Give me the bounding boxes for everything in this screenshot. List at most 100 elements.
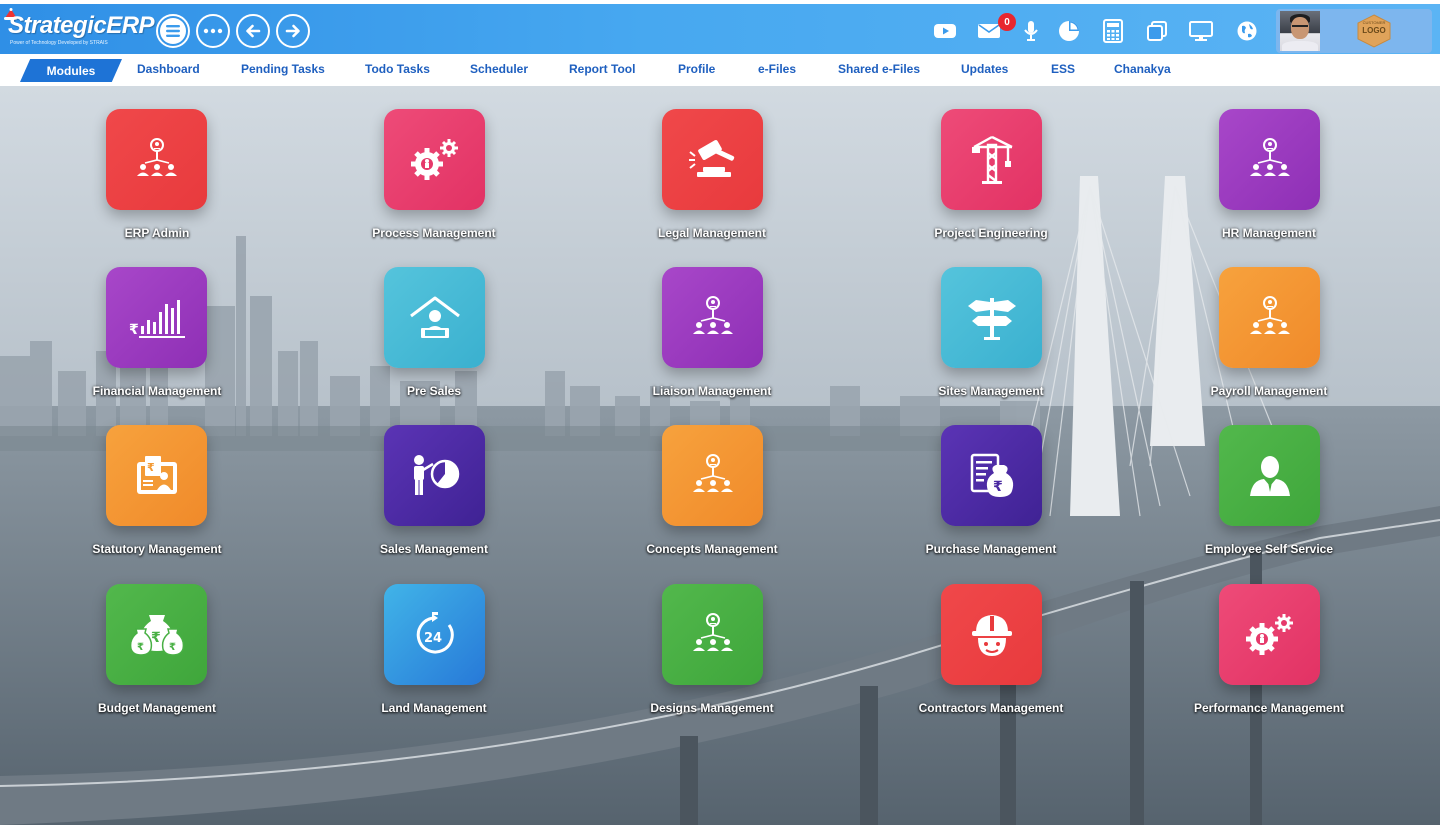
tab-modules[interactable]: Modules bbox=[20, 59, 122, 82]
tab-todo-tasks[interactable]: Todo Tasks bbox=[365, 62, 430, 76]
module-tile-hr-management[interactable] bbox=[1219, 109, 1320, 210]
monitor-button[interactable] bbox=[1188, 18, 1214, 44]
voice-button[interactable] bbox=[1018, 18, 1044, 44]
module-label[interactable]: Employee Self Service bbox=[1149, 542, 1389, 556]
module-label[interactable]: ERP Admin bbox=[37, 226, 277, 240]
module-label[interactable]: Land Management bbox=[314, 701, 554, 715]
module-tile-performance-management[interactable] bbox=[1219, 584, 1320, 685]
module-label[interactable]: Budget Management bbox=[37, 701, 277, 715]
module-tile-liaison-management[interactable] bbox=[662, 267, 763, 368]
tab-shared-e-files[interactable]: Shared e-Files bbox=[838, 62, 920, 76]
microphone-icon bbox=[1024, 21, 1038, 41]
tab-dashboard[interactable]: Dashboard bbox=[137, 62, 200, 76]
tab-e-files[interactable]: e-Files bbox=[758, 62, 796, 76]
tab-report-tool[interactable]: Report Tool bbox=[569, 62, 635, 76]
module-label[interactable]: Concepts Management bbox=[592, 542, 832, 556]
back-button[interactable] bbox=[236, 14, 270, 48]
customer-logo: CUSTOMER LOGO bbox=[1356, 14, 1392, 48]
pie-chart-icon bbox=[1059, 21, 1079, 41]
globe-icon bbox=[1237, 21, 1257, 41]
house-person-icon bbox=[409, 296, 460, 338]
forward-arrow-icon bbox=[285, 24, 300, 38]
gavel-icon bbox=[688, 139, 734, 177]
youtube-button[interactable] bbox=[932, 18, 958, 44]
tab-chanakya[interactable]: Chanakya bbox=[1114, 62, 1171, 76]
tab-profile[interactable]: Profile bbox=[678, 62, 715, 76]
more-button[interactable] bbox=[196, 14, 230, 48]
tab-pending-tasks[interactable]: Pending Tasks bbox=[241, 62, 325, 76]
module-label[interactable]: Process Management bbox=[314, 226, 554, 240]
svg-text:₹: ₹ bbox=[151, 630, 161, 646]
svg-text:24: 24 bbox=[424, 631, 442, 646]
menu-button[interactable] bbox=[156, 14, 190, 48]
module-label[interactable]: Purchase Management bbox=[871, 542, 1111, 556]
crane-icon bbox=[971, 135, 1013, 184]
mail-icon bbox=[978, 24, 1000, 38]
analytics-button[interactable] bbox=[1056, 18, 1082, 44]
module-tile-project-engineering[interactable] bbox=[941, 109, 1042, 210]
module-label[interactable]: Liaison Management bbox=[592, 384, 832, 398]
module-label[interactable]: Legal Management bbox=[592, 226, 832, 240]
org-chart-icon bbox=[136, 137, 177, 176]
module-tile-budget-management[interactable]: ₹ ₹ ₹ bbox=[106, 584, 207, 685]
module-tile-contractors-management[interactable] bbox=[941, 584, 1042, 685]
gears-icon bbox=[410, 138, 458, 180]
module-label[interactable]: Pre Sales bbox=[314, 384, 554, 398]
module-tile-employee-self-service[interactable] bbox=[1219, 425, 1320, 526]
module-label[interactable]: Statutory Management bbox=[37, 542, 277, 556]
org-chart-icon bbox=[1249, 295, 1290, 334]
org-chart-icon bbox=[1249, 137, 1290, 176]
presenter-chart-icon bbox=[413, 454, 459, 495]
user-panel[interactable]: CUSTOMER LOGO bbox=[1276, 9, 1432, 53]
avatar[interactable] bbox=[1280, 11, 1320, 51]
customer-logo-caption: CUSTOMER bbox=[1362, 20, 1386, 25]
language-button[interactable] bbox=[1234, 18, 1260, 44]
module-tile-designs-management[interactable] bbox=[662, 584, 763, 685]
module-tile-concepts-management[interactable] bbox=[662, 425, 763, 526]
tab-scheduler[interactable]: Scheduler bbox=[470, 62, 528, 76]
money-bags-icon: ₹ ₹ ₹ bbox=[129, 614, 184, 656]
module-tile-land-management[interactable]: 24 bbox=[384, 584, 485, 685]
calculator-button[interactable] bbox=[1100, 18, 1126, 44]
module-tile-erp-admin[interactable] bbox=[106, 109, 207, 210]
module-label[interactable]: Sales Management bbox=[314, 542, 554, 556]
logo-tagline: Power of Technology Developed by STRAIS bbox=[10, 40, 108, 46]
module-label[interactable]: Payroll Management bbox=[1149, 384, 1389, 398]
module-tile-sites-management[interactable] bbox=[941, 267, 1042, 368]
module-tile-purchase-management[interactable]: ₹ bbox=[941, 425, 1042, 526]
module-tile-sales-management[interactable] bbox=[384, 425, 485, 526]
sign-post-icon bbox=[967, 297, 1016, 340]
module-tile-legal-management[interactable] bbox=[662, 109, 763, 210]
module-tile-financial-management[interactable]: ₹ bbox=[106, 267, 207, 368]
more-icon bbox=[203, 28, 223, 34]
org-chart-icon bbox=[692, 612, 733, 651]
calculator-icon bbox=[1103, 19, 1123, 43]
module-label[interactable]: Performance Management bbox=[1149, 701, 1389, 715]
forward-button[interactable] bbox=[276, 14, 310, 48]
mail-count-badge: 0 bbox=[998, 13, 1016, 31]
app-logo[interactable]: StrategicERP Power of Technology Develop… bbox=[4, 8, 156, 50]
module-tile-pre-sales[interactable] bbox=[384, 267, 485, 368]
monitor-icon bbox=[1189, 21, 1213, 41]
module-tile-statutory-management[interactable]: ₹ bbox=[106, 425, 207, 526]
module-label[interactable]: Contractors Management bbox=[871, 701, 1111, 715]
module-label[interactable]: Sites Management bbox=[871, 384, 1111, 398]
module-label[interactable]: Financial Management bbox=[37, 384, 277, 398]
top-bar: StrategicERP Power of Technology Develop… bbox=[0, 4, 1440, 54]
module-label[interactable]: Project Engineering bbox=[871, 226, 1111, 240]
module-label[interactable]: Designs Management bbox=[592, 701, 832, 715]
main-menu: Modules Dashboard Pending Tasks Todo Tas… bbox=[0, 54, 1440, 86]
module-label[interactable]: HR Management bbox=[1149, 226, 1389, 240]
module-tile-payroll-management[interactable] bbox=[1219, 267, 1320, 368]
customer-logo-text: LOGO bbox=[1362, 26, 1386, 35]
tab-updates[interactable]: Updates bbox=[961, 62, 1008, 76]
module-tile-process-management[interactable] bbox=[384, 109, 485, 210]
rupee-document-icon: ₹ bbox=[136, 455, 177, 494]
employee-icon bbox=[1249, 455, 1290, 496]
tab-ess[interactable]: ESS bbox=[1051, 62, 1075, 76]
gears-icon bbox=[1245, 613, 1293, 655]
hard-hat-icon bbox=[971, 614, 1012, 656]
svg-text:₹: ₹ bbox=[137, 642, 144, 653]
windows-icon bbox=[1147, 21, 1167, 41]
windows-button[interactable] bbox=[1144, 18, 1170, 44]
